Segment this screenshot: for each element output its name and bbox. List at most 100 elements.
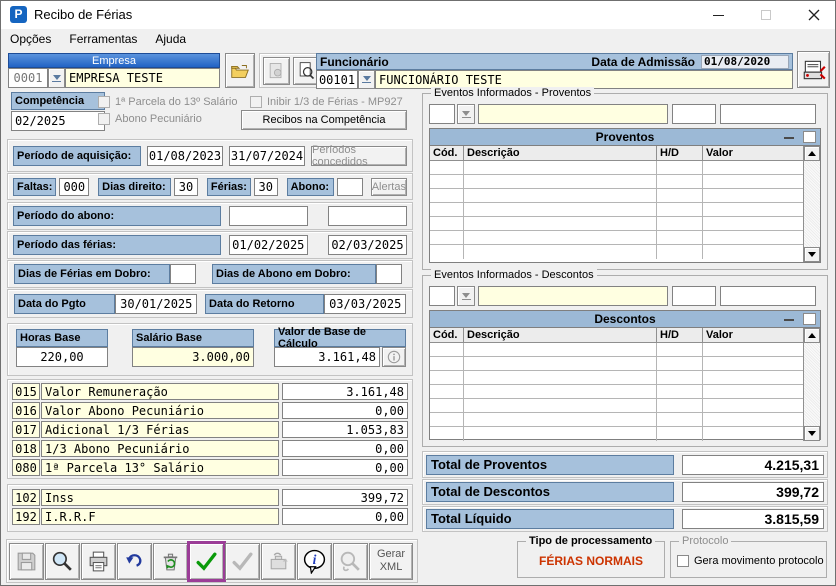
cancel-search-button[interactable]: [333, 543, 368, 580]
checkbox-parcela13[interactable]: 1ª Parcela do 13º Salário: [98, 96, 237, 108]
company-name-field[interactable]: EMPRESA TESTE: [65, 68, 220, 88]
save-button[interactable]: [9, 543, 44, 580]
company-code-field[interactable]: 0001: [8, 68, 48, 88]
grid-maximize-icon[interactable]: [803, 313, 816, 325]
verba-row[interactable]: 016 Valor Abono Pecuniário 0,00: [12, 402, 408, 419]
aquisicao-fim-field[interactable]: 31/07/2024: [229, 146, 305, 166]
grid-scrollbar[interactable]: [803, 328, 820, 441]
scroll-track[interactable]: [804, 161, 820, 247]
evento-desc-input[interactable]: [478, 286, 668, 306]
print-receipt-button[interactable]: [797, 51, 830, 88]
scroll-up-button[interactable]: [804, 146, 820, 161]
minimize-button[interactable]: [701, 3, 735, 27]
info-button[interactable]: i: [297, 543, 332, 580]
evento-valor-input[interactable]: [720, 104, 816, 124]
total-descontos-value: 399,72: [682, 482, 824, 502]
menu-opcoes[interactable]: Opções: [10, 32, 51, 50]
verba-row[interactable]: 015 Valor Remuneração 3.161,48: [12, 383, 408, 400]
print-button[interactable]: [81, 543, 116, 580]
evento-dropdown-button[interactable]: [457, 104, 475, 124]
menu-ajuda[interactable]: Ajuda: [155, 32, 186, 50]
undo-button[interactable]: [117, 543, 152, 580]
grid-row[interactable]: [430, 203, 803, 217]
data-pgto-field[interactable]: 30/01/2025: [115, 294, 197, 314]
employee-dropdown-button[interactable]: [358, 70, 375, 89]
abono-fim-field[interactable]: [328, 206, 407, 226]
evento-dropdown-button[interactable]: [457, 286, 475, 306]
grid-row[interactable]: [430, 161, 803, 175]
ferias-field[interactable]: 30: [254, 178, 278, 196]
employee-code-field[interactable]: 00101: [316, 70, 358, 89]
menu-ferramentas[interactable]: Ferramentas: [69, 32, 137, 50]
checkbox-label: 1ª Parcela do 13º Salário: [115, 96, 237, 108]
transfer-button[interactable]: [261, 543, 296, 580]
processamento-value: FÉRIAS NORMAIS: [518, 554, 664, 568]
ferias-fim-field[interactable]: 02/03/2025: [328, 235, 407, 255]
search-button[interactable]: [45, 543, 80, 580]
evento-hd-input[interactable]: [672, 286, 716, 306]
competencia-field[interactable]: 02/2025: [11, 111, 105, 131]
grid-row[interactable]: [430, 371, 803, 385]
periodos-concedidos-button[interactable]: Períodos concedidos: [311, 146, 407, 166]
gerar-xml-button[interactable]: Gerar XML: [369, 543, 413, 580]
grid-maximize-icon[interactable]: [803, 131, 816, 143]
verba-row[interactable]: 102 Inss 399,72: [12, 489, 408, 506]
grid-row[interactable]: [430, 175, 803, 189]
grid-row[interactable]: [430, 399, 803, 413]
grid-minimize-icon[interactable]: [784, 319, 794, 321]
grid-row[interactable]: [430, 189, 803, 203]
ferias-dobro-field[interactable]: [170, 264, 196, 284]
salario-base-field[interactable]: 3.000,00: [132, 347, 254, 367]
grid-row[interactable]: [430, 245, 803, 259]
close-button[interactable]: [797, 3, 831, 27]
abono-dobro-field[interactable]: [376, 264, 402, 284]
confirm-disabled-button[interactable]: [225, 543, 260, 580]
delete-button[interactable]: [153, 543, 188, 580]
verba-row[interactable]: 017 Adicional 1/3 Férias 1.053,83: [12, 421, 408, 438]
verba-row[interactable]: 192 I.R.R.F 0,00: [12, 508, 408, 525]
grid-row[interactable]: [430, 343, 803, 357]
scroll-down-button[interactable]: [804, 426, 820, 441]
abono-field[interactable]: [337, 178, 363, 196]
total-proventos-row: Total de Proventos 4.215,31: [422, 451, 828, 478]
verba-row[interactable]: 018 1/3 Abono Pecuniário 0,00: [12, 440, 408, 457]
scroll-track[interactable]: [804, 343, 820, 426]
checkbox-gera-protocolo[interactable]: Gera movimento protocolo: [677, 555, 824, 567]
aquisicao-inicio-field[interactable]: 01/08/2023: [147, 146, 223, 166]
base-info-button[interactable]: [382, 347, 406, 367]
evento-valor-input[interactable]: [720, 286, 816, 306]
grid-row[interactable]: [430, 385, 803, 399]
data-retorno-field[interactable]: 03/03/2025: [324, 294, 406, 314]
evento-code-input[interactable]: [429, 286, 455, 306]
scroll-up-button[interactable]: [804, 328, 820, 343]
grid-minimize-icon[interactable]: [784, 137, 794, 139]
evento-code-input[interactable]: [429, 104, 455, 124]
open-button[interactable]: [225, 53, 255, 88]
verba-row[interactable]: 080 1ª Parcela 13° Salário 0,00: [12, 459, 408, 476]
ferias-inicio-field[interactable]: 01/02/2025: [229, 235, 308, 255]
grid-scrollbar[interactable]: [803, 146, 820, 262]
grid-row[interactable]: [430, 427, 803, 441]
company-dropdown-button[interactable]: [48, 68, 65, 88]
grid-row[interactable]: [430, 357, 803, 371]
employee-header: Funcionário: [320, 55, 389, 69]
open-folder-icon: [229, 60, 251, 82]
abono-inicio-field[interactable]: [229, 206, 308, 226]
checkbox-abono-pecuniario[interactable]: Abono Pecuniário: [98, 113, 202, 125]
alertas-button[interactable]: Alertas: [371, 178, 407, 196]
faltas-field[interactable]: 000: [59, 178, 89, 196]
confirm-button[interactable]: [189, 543, 224, 580]
verba-code: 017: [12, 421, 40, 438]
data-pgto-label: Data do Pgto: [14, 294, 115, 314]
evento-hd-input[interactable]: [672, 104, 716, 124]
checkbox-inibir-terco[interactable]: Inibir 1/3 de Férias - MP927: [250, 96, 403, 108]
grid-row[interactable]: [430, 413, 803, 427]
evento-desc-input[interactable]: [478, 104, 668, 124]
recibos-competencia-button[interactable]: Recibos na Competência: [241, 110, 407, 130]
grid-row[interactable]: [430, 217, 803, 231]
dias-direito-field[interactable]: 30: [174, 178, 198, 196]
maximize-button[interactable]: [749, 3, 783, 27]
grid-row[interactable]: [430, 231, 803, 245]
report-button[interactable]: [263, 57, 290, 85]
scroll-down-button[interactable]: [804, 247, 820, 262]
